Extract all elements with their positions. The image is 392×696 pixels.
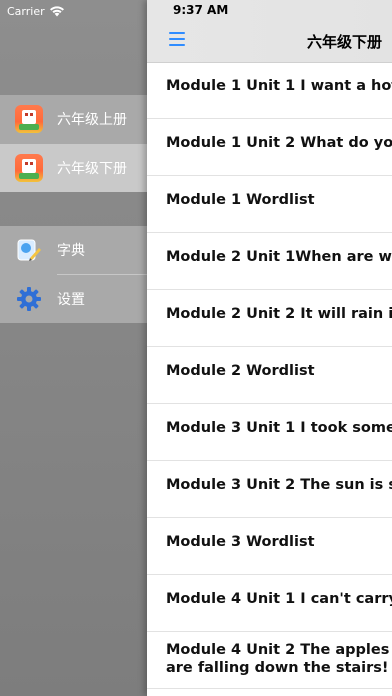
list-item[interactable]: Module 2 Unit 1When are we going to eat?	[147, 233, 392, 290]
list-item-label: Module 1 Unit 1 I want a hot dog, please…	[166, 78, 392, 94]
drawer-item-settings[interactable]: 设置	[0, 275, 147, 323]
list-item-label: Module 1 Unit 2 What do you want to eat?	[166, 135, 392, 151]
list-item[interactable]: Module 2 Unit 2 It will rain in Beijing.	[147, 290, 392, 347]
main-panel: 9:37 AM 六年级下册 Module 1 Unit 1 I want a h…	[147, 0, 392, 696]
list-item[interactable]: Module 4 Unit 1 I can't carry all of the…	[147, 575, 392, 632]
list-item-label: Module 3 Unit 1 I took some photos.	[166, 420, 392, 436]
list-item[interactable]: Module 4 Unit 2 The apples are falling d…	[147, 632, 392, 689]
drawer-item-label: 六年级上册	[57, 112, 127, 128]
books-group: 六年级上册 六年级下册	[0, 95, 147, 192]
tools-group: 字典 设置	[0, 226, 147, 323]
list-item-label: Module 3 Wordlist	[166, 534, 315, 550]
hamburger-menu-icon[interactable]	[169, 32, 185, 46]
drawer-item-label: 六年级下册	[57, 161, 127, 177]
side-drawer: Carrier 六年级上册 六年级下册 字典 设置	[0, 0, 147, 696]
textbook-cover-icon	[15, 154, 43, 182]
list-item-label: Module 4 Unit 2 The apples are falling d…	[166, 642, 390, 676]
list-item[interactable]: Module 3 Unit 1 I took some photos.	[147, 404, 392, 461]
list-item[interactable]: Module 3 Wordlist	[147, 518, 392, 575]
status-bar-left: Carrier	[7, 3, 65, 19]
carrier-label: Carrier	[7, 4, 45, 18]
drawer-item-dictionary[interactable]: 字典	[0, 226, 147, 274]
textbook-cover-icon	[15, 105, 43, 133]
wifi-icon	[49, 6, 64, 17]
list-item[interactable]: Module 1 Unit 2 What do you want to eat?	[147, 119, 392, 176]
list-item-label: Module 2 Unit 1When are we going to eat?	[166, 249, 392, 265]
list-item-label: Module 4 Unit 1 I can't carry all of the…	[166, 591, 392, 607]
list-item-label: Module 3 Unit 2 The sun is shining.	[166, 477, 392, 493]
navigation-bar: 9:37 AM 六年级下册	[147, 0, 392, 63]
list-item-label: Module 2 Wordlist	[166, 363, 315, 379]
drawer-item-grade6-vol1[interactable]: 六年级上册	[0, 95, 147, 143]
list-item[interactable]: Module 1 Wordlist	[147, 176, 392, 233]
drawer-item-label: 设置	[57, 292, 85, 308]
list-item[interactable]: Module 3 Unit 2 The sun is shining.	[147, 461, 392, 518]
list-item[interactable]: Module 2 Wordlist	[147, 347, 392, 404]
list-item[interactable]: Module 1 Unit 1 I want a hot dog, please…	[147, 62, 392, 119]
list-item-label: Module 2 Unit 2 It will rain in Beijing.	[166, 306, 392, 322]
drawer-item-grade6-vol2[interactable]: 六年级下册	[0, 144, 147, 192]
gear-icon	[17, 287, 41, 311]
lesson-list: Module 1 Unit 1 I want a hot dog, please…	[147, 62, 392, 689]
list-item-label: Module 1 Wordlist	[166, 192, 315, 208]
dictionary-icon	[17, 239, 41, 261]
page-title: 六年级下册	[306, 33, 382, 51]
drawer-item-label: 字典	[57, 243, 85, 259]
status-time: 9:37 AM	[173, 3, 229, 17]
